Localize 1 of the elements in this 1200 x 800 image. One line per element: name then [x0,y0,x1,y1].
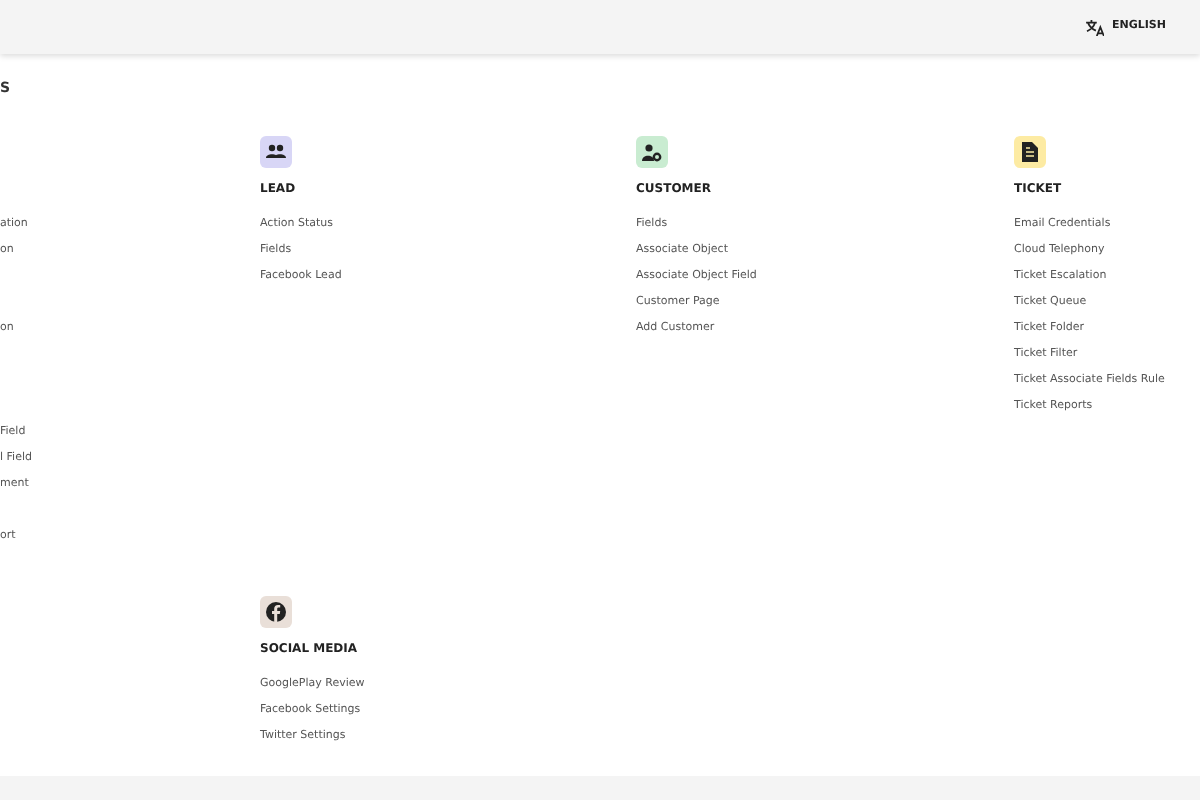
translate-icon[interactable] [1086,19,1104,35]
